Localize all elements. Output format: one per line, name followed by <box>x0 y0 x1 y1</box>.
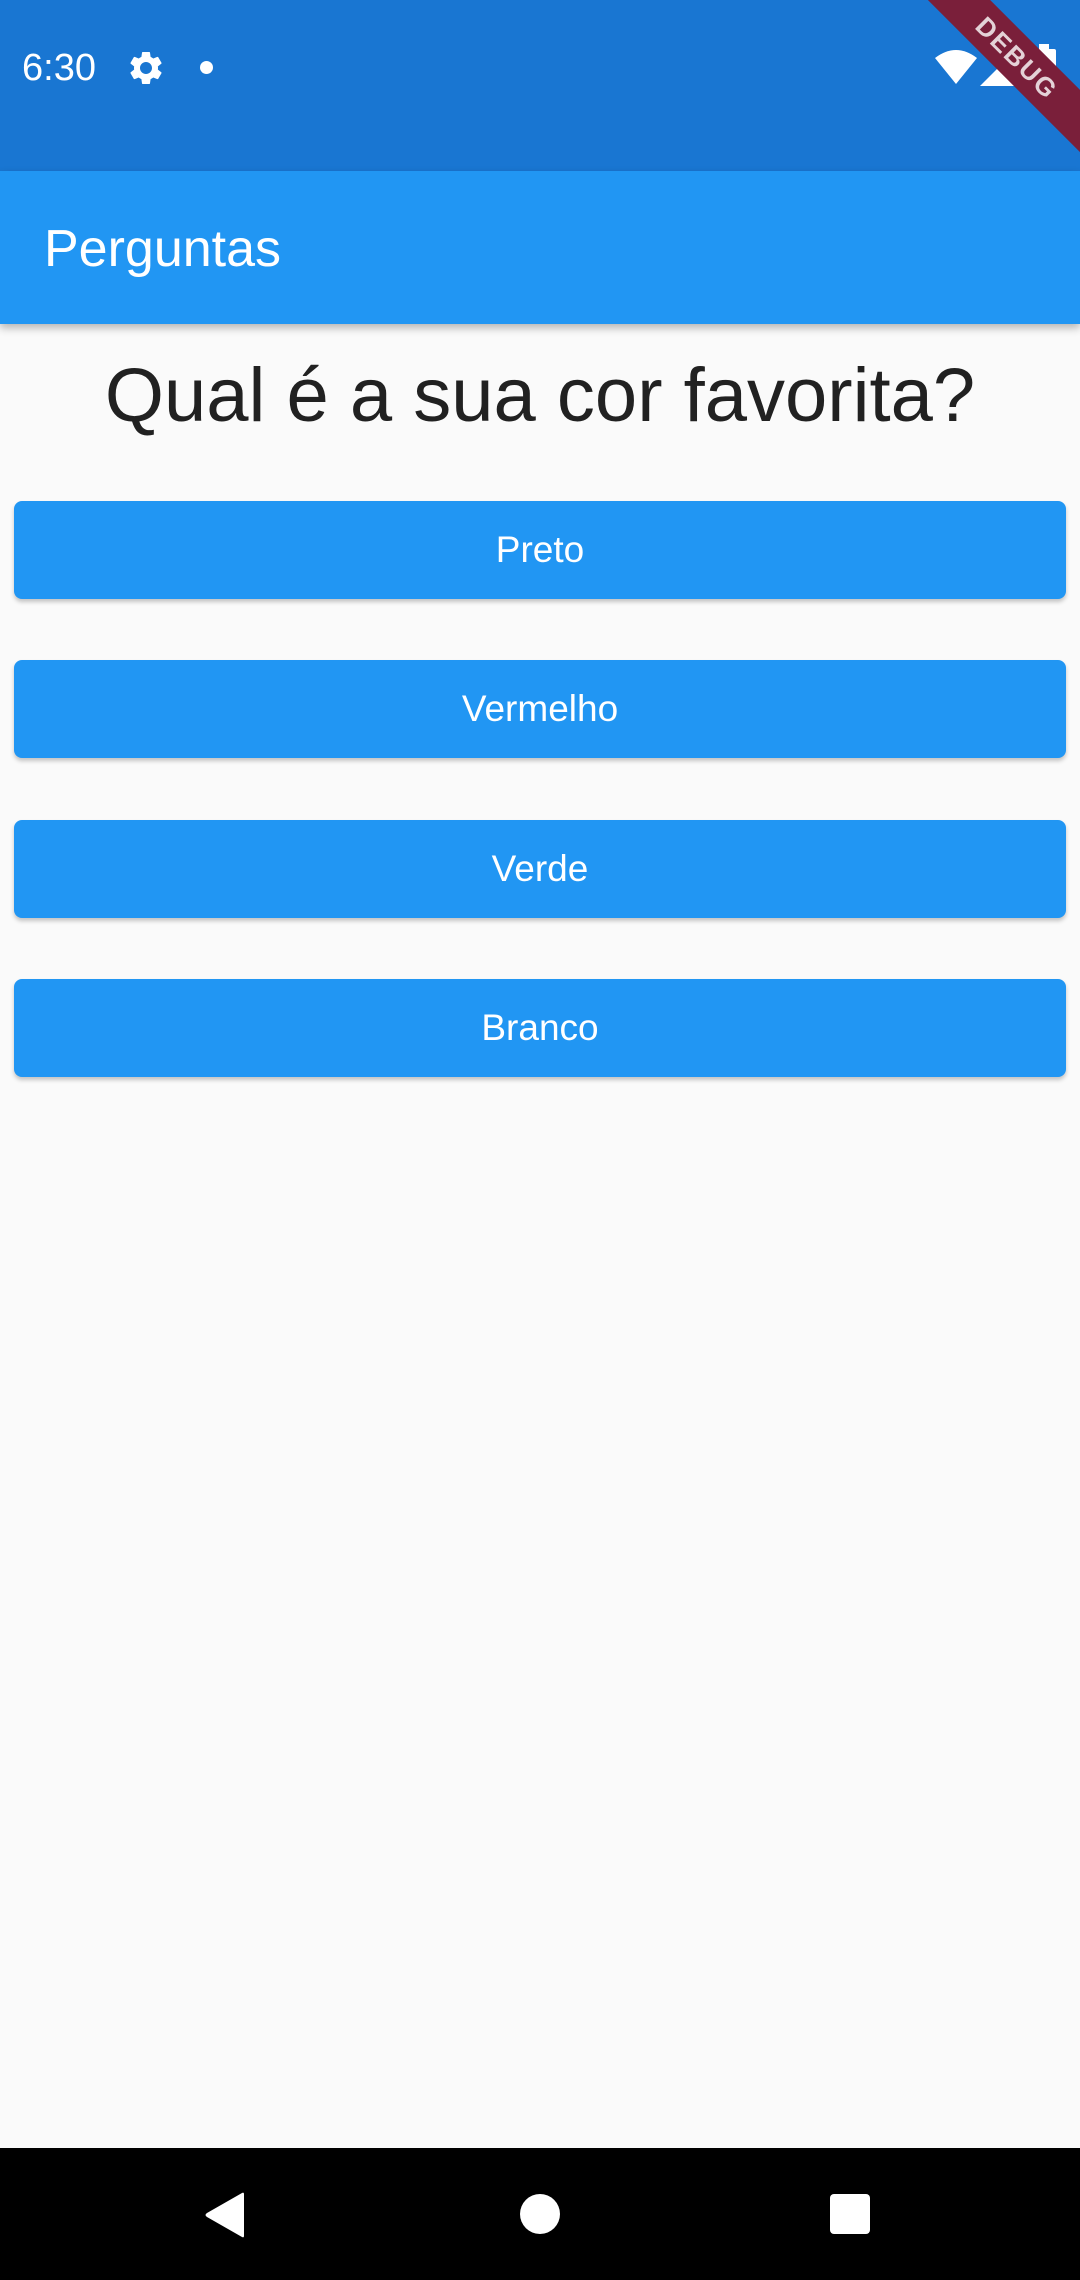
gear-icon <box>126 48 166 88</box>
answer-button-branco[interactable]: Branco <box>14 979 1066 1077</box>
home-icon[interactable] <box>520 2194 560 2234</box>
page-title: Perguntas <box>44 220 282 278</box>
status-time: 6:30 <box>22 47 96 89</box>
navigation-bar <box>0 2148 1080 2280</box>
answer-button-verde[interactable]: Verde <box>14 820 1066 918</box>
notification-dot-icon <box>200 61 213 74</box>
answer-button-vermelho[interactable]: Vermelho <box>14 660 1066 758</box>
recents-icon[interactable] <box>830 2194 870 2234</box>
back-icon[interactable] <box>204 2192 246 2238</box>
question-text: Qual é a sua cor favorita? <box>104 353 976 438</box>
app-bar: Perguntas <box>0 171 1080 324</box>
signal-icon <box>980 50 1016 86</box>
battery-icon <box>1030 44 1058 90</box>
answer-button-preto[interactable]: Preto <box>14 501 1066 599</box>
status-bar: 6:30 <box>0 0 1080 171</box>
wifi-icon <box>935 50 977 86</box>
